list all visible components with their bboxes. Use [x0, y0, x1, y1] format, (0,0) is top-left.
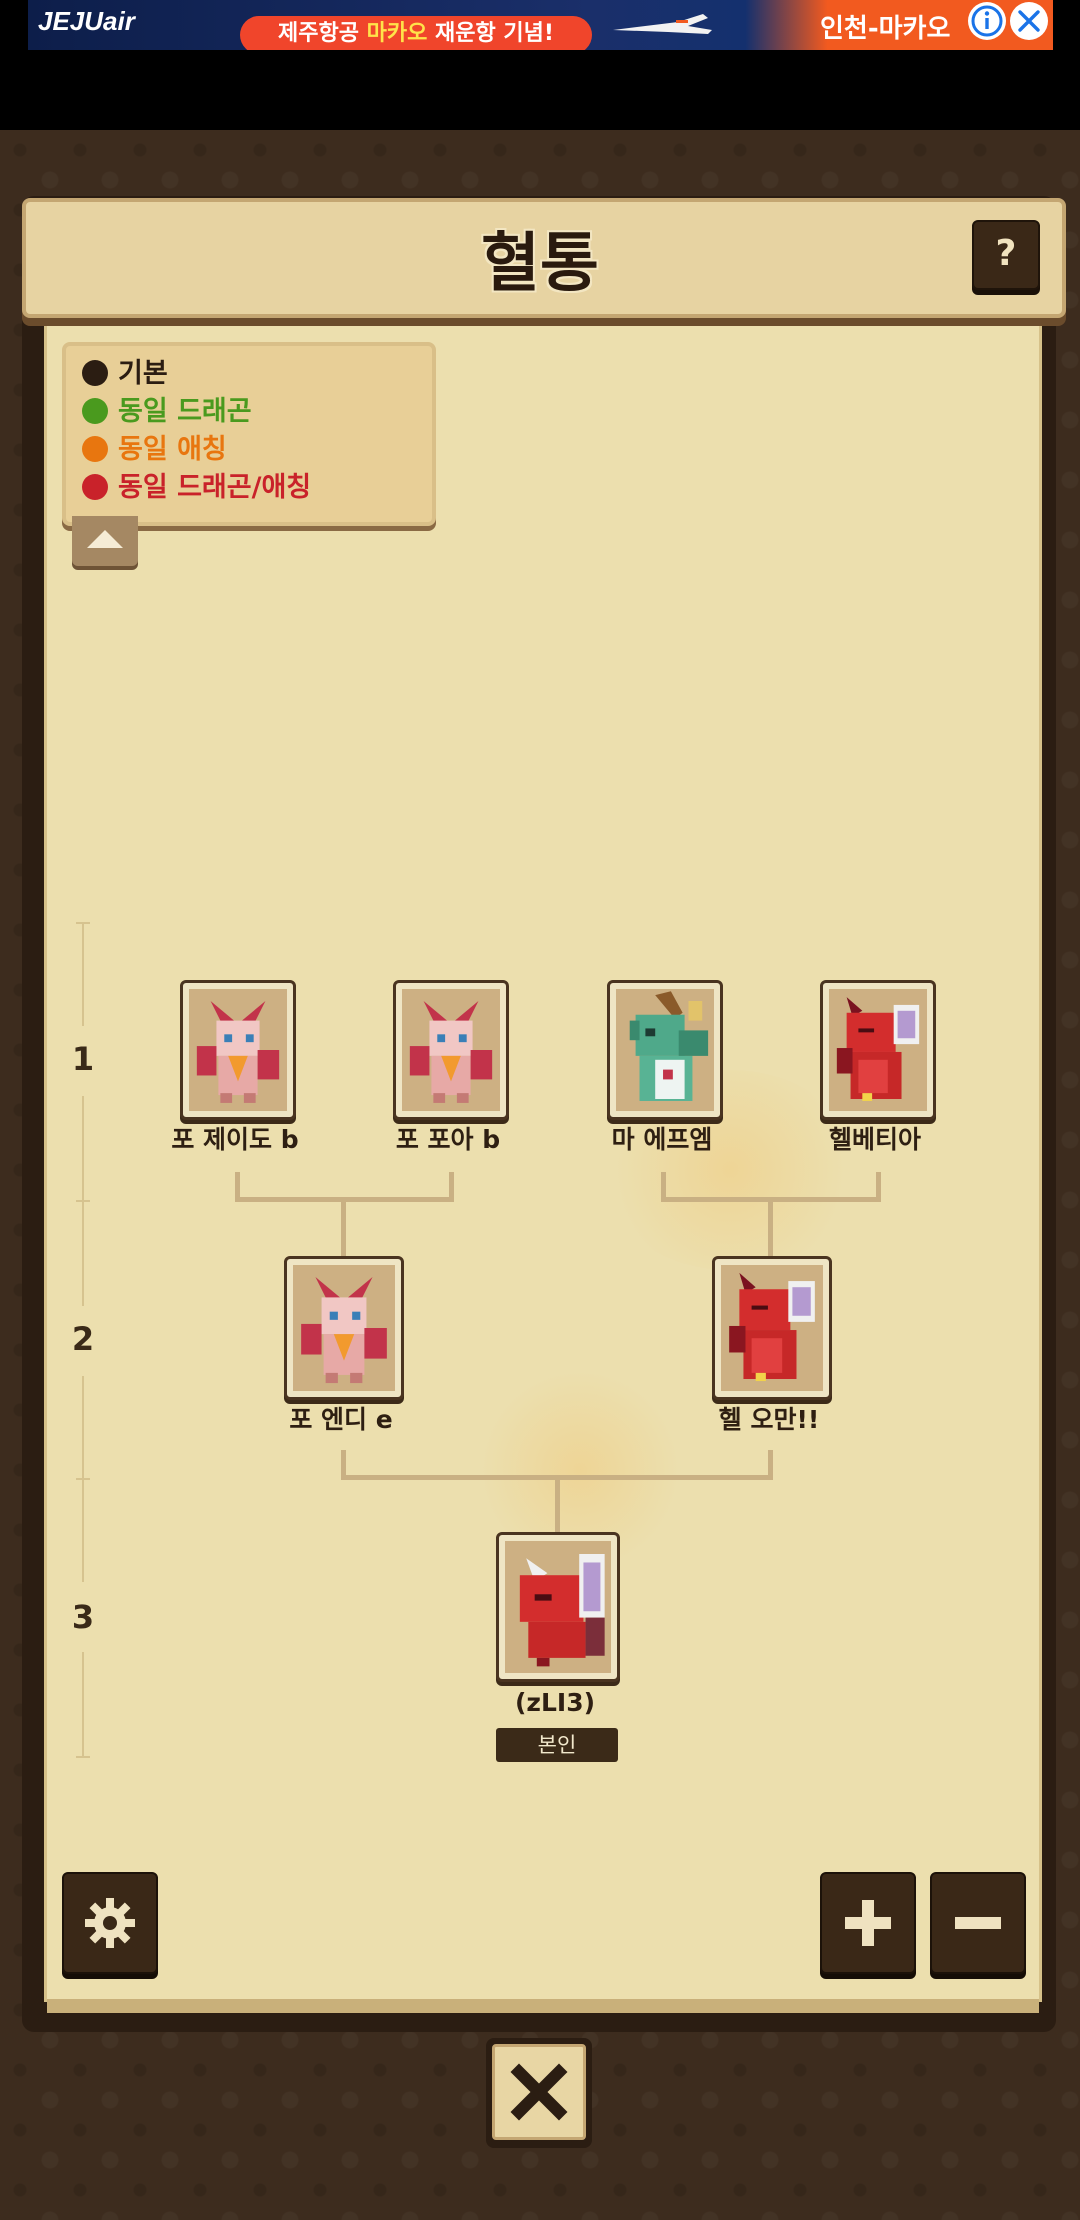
generation-label: 1 [71, 1040, 95, 1078]
ad-route: 인천-마카오 [820, 14, 951, 44]
legend-item-same-both: 동일 드래곤/애칭 [82, 470, 311, 506]
zoom-in-button[interactable] [820, 1872, 916, 1974]
settings-button[interactable] [62, 1872, 158, 1974]
info-icon[interactable] [968, 2, 1006, 40]
dragon-portrait [189, 989, 287, 1111]
legend-dot [82, 397, 108, 424]
airplane-icon [613, 14, 712, 34]
dragon-card-gen1-3[interactable] [607, 980, 723, 1120]
tree-connector [341, 1200, 346, 1256]
fox-dragon-icon [293, 1266, 395, 1390]
legend-dot [82, 359, 108, 386]
dragon-name: 포 엔디 e [289, 1405, 393, 1434]
dragon-portrait [829, 989, 927, 1111]
dragon-card-gen1-2[interactable] [393, 980, 509, 1120]
page-title: 혈통 [481, 227, 599, 301]
ad-headline: 제주항공 마카오 재운항 기념! [240, 16, 592, 50]
close-button-face [492, 2044, 586, 2140]
close-button[interactable] [486, 2038, 592, 2148]
legend-item-same-nickname: 동일 애칭 [82, 432, 227, 468]
fox-dragon-icon [189, 991, 287, 1109]
green-dragon-icon [616, 991, 714, 1109]
dragon-name: 마 에프엠 [611, 1125, 713, 1154]
legend-toggle-button[interactable] [72, 516, 138, 566]
gear-icon [85, 1898, 135, 1948]
legend-dot [82, 473, 108, 500]
dragon-portrait [616, 989, 714, 1111]
self-badge: 본인 [496, 1728, 618, 1762]
red-dragon-icon [721, 1266, 823, 1390]
dragon-portrait [721, 1265, 823, 1391]
ruler-tick [76, 1756, 90, 1758]
ad-banner[interactable]: JEJUair 제주항공 마카오 재운항 기념! 인천-마카오 [28, 0, 1053, 50]
generation-label: 3 [71, 1598, 95, 1636]
dragon-portrait [293, 1265, 395, 1391]
dragon-portrait [402, 989, 500, 1111]
ruler-tick [76, 1200, 90, 1202]
plus-icon [845, 1900, 891, 1946]
ad-brand: JEJUair [38, 6, 135, 36]
legend-item-basic: 기본 [82, 356, 168, 392]
dragon-card-gen1-4[interactable] [820, 980, 936, 1120]
ruler-tick [76, 1478, 90, 1480]
dragon-portrait [505, 1541, 611, 1673]
generation-label: 2 [71, 1320, 95, 1358]
help-button[interactable]: ? [972, 220, 1040, 290]
legend-item-same-dragon: 동일 드래곤 [82, 394, 252, 430]
dragon-name: 헬베티아 [828, 1125, 921, 1154]
dragon-name: (zLI3) [514, 1688, 596, 1717]
close-icon [510, 2063, 568, 2121]
minus-icon [955, 1917, 1001, 1929]
zoom-out-button[interactable] [930, 1872, 1026, 1974]
chevron-up-icon [87, 530, 123, 548]
generation-ruler [82, 1652, 84, 1758]
dragon-name: 포 포아 b [395, 1125, 501, 1154]
legend-dot [82, 435, 108, 462]
dragon-card-gen2-1[interactable] [284, 1256, 404, 1400]
tree-connector [555, 1478, 560, 1534]
red-dragon-child-icon [505, 1543, 611, 1671]
dragon-card-gen2-2[interactable] [712, 1256, 832, 1400]
tree-connector [768, 1200, 773, 1256]
dragon-card-self[interactable] [496, 1532, 620, 1682]
fox-dragon-icon [402, 991, 500, 1109]
close-icon[interactable] [1010, 2, 1048, 40]
red-dragon-icon [829, 991, 927, 1109]
legend-panel: 기본 동일 드래곤 동일 애칭 동일 드래곤/애칭 [62, 342, 436, 526]
ruler-tick [76, 922, 90, 924]
generation-ruler [82, 922, 84, 1026]
dragon-name: 헬 오만!! [718, 1405, 820, 1434]
dragon-name: 포 제이도 b [171, 1125, 299, 1154]
dragon-card-gen1-1[interactable] [180, 980, 296, 1120]
